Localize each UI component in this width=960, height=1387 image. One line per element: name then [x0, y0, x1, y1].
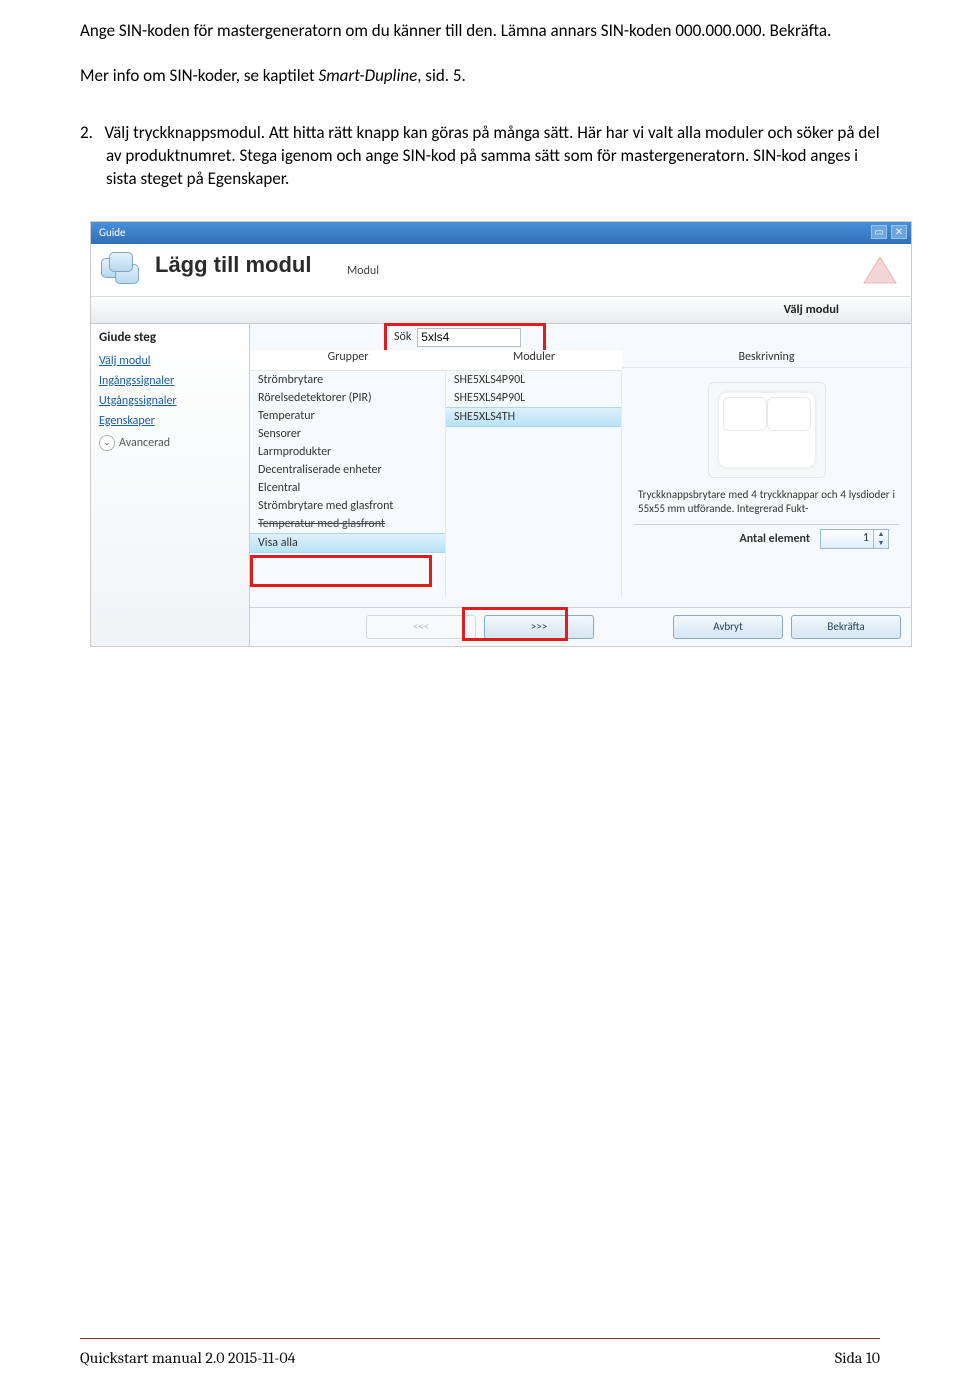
next-button[interactable]: >>>	[484, 615, 594, 639]
list-text: Välj tryckknappsmodul. Att hitta rätt kn…	[104, 122, 879, 189]
list-item-selected[interactable]: Visa alla	[250, 533, 445, 553]
footer-right: Sida 10	[835, 1349, 880, 1367]
paragraph-2-b: , sid. 5.	[417, 65, 466, 86]
list-item[interactable]: Elcentral	[250, 479, 445, 497]
paragraph-2: Mer info om SIN-koder, se kaptilet Smart…	[80, 65, 880, 88]
window-close-icon[interactable]: ✕	[891, 225, 907, 239]
list-item[interactable]: Temperatur med glasfront	[250, 515, 445, 533]
wizard-main: Sök Grupper Strömbrytare Rörelsedetektor…	[250, 324, 911, 646]
element-count-value: 1	[821, 530, 873, 548]
wizard-sidebar: Giude steg Välj modul Ingångssignaler Ut…	[91, 324, 250, 646]
window-restore-icon[interactable]: ▭	[871, 225, 887, 239]
groups-column-header: Grupper	[250, 350, 446, 371]
step-banner: Välj modul	[91, 297, 911, 324]
paragraph-2-a: Mer info om SIN-koder, se kaptilet	[80, 65, 319, 86]
list-item[interactable]: Larmprodukter	[250, 443, 445, 461]
prev-button: <<<	[366, 615, 476, 639]
list-item[interactable]: SHE5XLS4P90L	[446, 389, 621, 407]
cancel-button[interactable]: Avbryt	[673, 615, 783, 639]
sidebar-title: Giude steg	[99, 330, 241, 345]
window-title: Guide	[99, 226, 126, 239]
confirm-button[interactable]: Bekräfta	[791, 615, 901, 639]
wizard-screenshot: Guide ▭ ✕ Lägg till modul Modul Välj mod…	[90, 221, 912, 647]
groups-list[interactable]: Strömbrytare Rörelsedetektorer (PIR) Tem…	[250, 371, 446, 598]
footer-rule	[80, 1338, 880, 1339]
list-item-selected[interactable]: SHE5XLS4TH	[446, 407, 621, 427]
list-item[interactable]: Strömbrytare med glasfront	[250, 497, 445, 515]
list-item[interactable]: Decentraliserade enheter	[250, 461, 445, 479]
list-number: 2.	[80, 122, 93, 143]
list-item[interactable]: Rörelsedetektorer (PIR)	[250, 389, 445, 407]
paragraph-1: Ange SIN-koden för mastergeneratorn om d…	[80, 20, 880, 43]
list-item[interactable]: Temperatur	[250, 407, 445, 425]
paragraph-2-italic: Smart-Dupline	[319, 65, 418, 86]
element-count-stepper[interactable]: 1 ▲▼	[820, 529, 889, 549]
search-input[interactable]	[417, 328, 521, 347]
list-item[interactable]: SHE5XLS4P90L	[446, 371, 621, 389]
sidebar-advanced-toggle[interactable]: ⌄ Avancerad	[99, 435, 241, 451]
stepper-down-icon[interactable]: ▼	[874, 539, 888, 548]
modules-column-header: Moduler	[446, 350, 622, 371]
sidebar-link-ingang[interactable]: Ingångssignaler	[99, 371, 241, 391]
chevron-down-icon: ⌄	[99, 435, 115, 451]
product-description: Tryckknappsbrytare med 4 tryckknappar oc…	[638, 488, 895, 518]
search-label: Sök	[394, 330, 411, 344]
modules-list[interactable]: SHE5XLS4P90L SHE5XLS4P90L SHE5XLS4TH	[446, 371, 622, 598]
brand-logo	[859, 250, 901, 288]
window-titlebar: Guide ▭ ✕	[91, 222, 911, 244]
product-image	[708, 382, 826, 478]
highlight-box-visa-alla	[250, 555, 432, 587]
numbered-item-2: 2. Välj tryckknappsmodul. Att hitta rätt…	[80, 122, 880, 191]
list-item[interactable]: Strömbrytare	[250, 371, 445, 389]
wizard-heading: Lägg till modul	[155, 252, 311, 278]
sidebar-link-valj-modul[interactable]: Välj modul	[99, 351, 241, 371]
sidebar-link-egenskaper[interactable]: Egenskaper	[99, 411, 241, 431]
wizard-subtitle: Modul	[347, 264, 379, 278]
list-item[interactable]: Sensorer	[250, 425, 445, 443]
sidebar-link-utgang[interactable]: Utgångssignaler	[99, 391, 241, 411]
sidebar-advanced-label: Avancerad	[119, 436, 170, 450]
footer-left: Quickstart manual 2.0 2015-11-04	[80, 1349, 296, 1367]
description-column-header: Beskrivning	[622, 350, 911, 369]
element-count-label: Antal element	[739, 532, 810, 546]
module-icon	[101, 250, 143, 288]
